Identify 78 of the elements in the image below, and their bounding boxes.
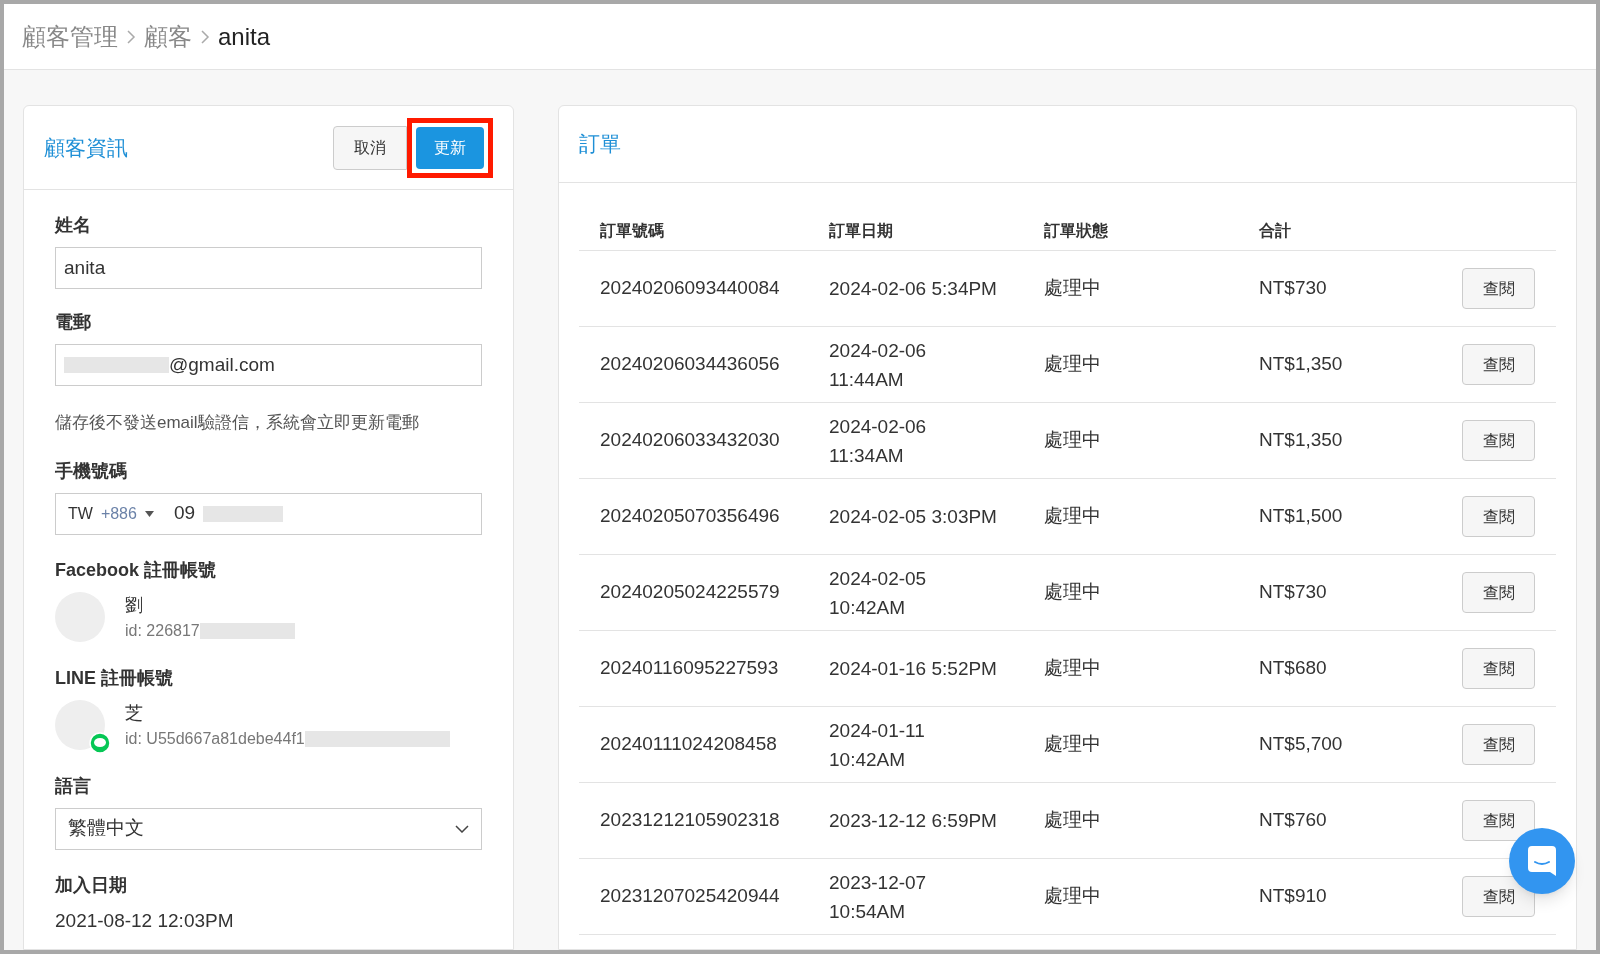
order-number: 20240206093440084: [600, 276, 781, 301]
account-id: id: U55d667a81debe44f1: [125, 728, 305, 749]
name-field[interactable]: anita: [55, 247, 482, 289]
email-field[interactable]: @gmail.com: [55, 344, 482, 386]
email-note: 儲存後不發送email驗證信，系統會立即更新電郵: [55, 412, 420, 434]
order-date: 2024-02-06 5:34PM: [829, 277, 998, 301]
order-status: 處理中: [1044, 504, 1102, 529]
view-button[interactable]: 查閱: [1462, 800, 1535, 841]
order-status: 處理中: [1044, 428, 1102, 453]
breadcrumb-item[interactable]: 顧客: [144, 18, 192, 55]
order-status: 處理中: [1044, 808, 1102, 833]
order-status: 處理中: [1044, 352, 1102, 377]
order-date: 2024-02-06 11:44AM: [829, 338, 928, 392]
field-label: 電郵: [55, 311, 92, 334]
view-button[interactable]: 查閱: [1462, 268, 1535, 309]
order-date: 2024-01-16 5:52PM: [829, 657, 998, 681]
order-total: NT$730: [1259, 276, 1327, 301]
account-id: id: 226817: [125, 620, 200, 641]
account-name: 芝: [125, 701, 144, 725]
order-number: 20231207025420944: [600, 884, 781, 909]
order-date: 2023-12-07 10:54AM: [829, 870, 928, 924]
view-button[interactable]: 查閱: [1462, 724, 1535, 765]
order-number: 20240111024208458: [600, 732, 778, 757]
phone-field[interactable]: TW +886 09: [55, 492, 482, 535]
card-title: 訂單: [579, 131, 621, 158]
order-number: 20240116095227593: [600, 656, 780, 681]
view-button[interactable]: 查閱: [1462, 344, 1535, 385]
order-date: 2024-02-06 11:34AM: [829, 414, 928, 468]
field-label: LINE 註冊帳號: [55, 666, 174, 690]
order-date: 2023-12-12 6:59PM: [829, 809, 998, 833]
order-status: 處理中: [1044, 580, 1102, 605]
avatar: [55, 700, 105, 750]
chat-bubble-icon: [1527, 845, 1557, 877]
order-total: NT$910: [1259, 884, 1327, 909]
chevron-right-icon: [200, 29, 210, 44]
order-number: 20231212105902318: [600, 808, 781, 833]
order-status: 處理中: [1044, 656, 1102, 681]
order-total: NT$1,350: [1259, 352, 1343, 377]
view-button[interactable]: 查閱: [1462, 648, 1535, 689]
column-header: 合計: [1259, 220, 1292, 241]
chevron-down-icon: [455, 824, 469, 833]
language-select[interactable]: 繁體中文: [55, 807, 482, 850]
order-number: 20240206033432030: [600, 428, 781, 453]
chevron-right-icon: [126, 29, 136, 44]
cancel-button[interactable]: 取消: [333, 125, 407, 170]
order-date: 2024-01-11 10:42AM: [829, 718, 926, 772]
field-label: 手機號碼: [55, 459, 128, 483]
field-label: 加入日期: [55, 873, 128, 897]
breadcrumb-item: anita: [218, 21, 271, 52]
order-total: NT$730: [1259, 580, 1327, 605]
order-status: 處理中: [1044, 732, 1102, 757]
order-date: 2024-02-05 10:42AM: [829, 566, 928, 620]
order-date: 2024-02-05 3:03PM: [829, 505, 998, 529]
dropdown-caret-icon: [144, 510, 154, 517]
column-header: 訂單號碼: [600, 220, 665, 241]
join-date: 2021-08-12 12:03PM: [55, 908, 235, 933]
field-label: Facebook 註冊帳號: [55, 558, 218, 582]
order-number: 20240205024225579: [600, 580, 781, 605]
view-button[interactable]: 查閱: [1462, 496, 1535, 537]
view-button[interactable]: 查閱: [1462, 876, 1535, 917]
card-title: 顧客資訊: [44, 134, 128, 161]
view-button[interactable]: 查閱: [1462, 420, 1535, 461]
account-name: 劉: [125, 593, 144, 617]
order-total: NT$1,350: [1259, 428, 1343, 453]
order-number: 20240205070356496: [600, 504, 781, 529]
column-header: 訂單日期: [829, 220, 894, 241]
order-total: NT$1,500: [1259, 504, 1343, 529]
column-header: 訂單狀態: [1044, 220, 1109, 241]
order-status: 處理中: [1044, 276, 1102, 301]
order-total: NT$680: [1259, 656, 1327, 681]
breadcrumb-item[interactable]: 顧客管理: [22, 18, 118, 55]
field-label: 語言: [55, 774, 92, 798]
view-button[interactable]: 查閱: [1462, 572, 1535, 613]
order-status: 處理中: [1044, 884, 1102, 909]
order-total: NT$760: [1259, 808, 1327, 833]
field-label: 姓名: [55, 214, 92, 237]
order-total: NT$5,700: [1259, 732, 1343, 757]
order-number: 20240206034436056: [600, 352, 781, 377]
